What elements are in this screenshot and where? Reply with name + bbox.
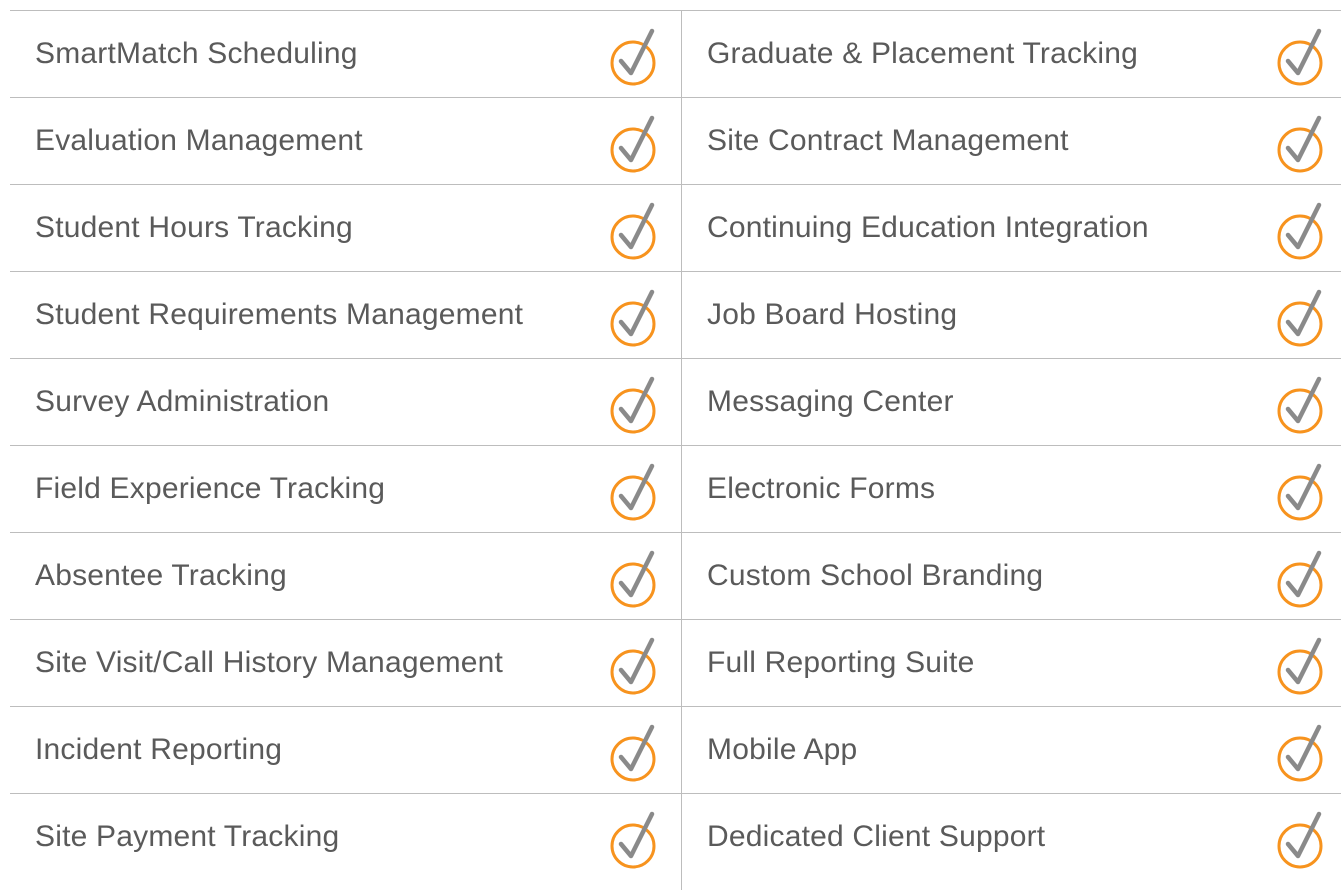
checkmark-circle-icon: [608, 23, 664, 87]
feature-row: Messaging Center: [682, 358, 1341, 445]
checkmark-circle-icon: [1275, 371, 1331, 435]
feature-label: SmartMatch Scheduling: [35, 37, 358, 70]
checkmark-circle-icon: [608, 110, 664, 174]
feature-label: Absentee Tracking: [35, 559, 287, 592]
feature-row: SmartMatch Scheduling: [10, 10, 682, 97]
feature-label: Custom School Branding: [707, 559, 1044, 592]
checkmark-circle-icon: [1275, 632, 1331, 696]
checkmark-circle-icon: [1275, 719, 1331, 783]
feature-row: Site Visit/Call History Management: [10, 619, 682, 706]
feature-label: Electronic Forms: [707, 472, 936, 505]
checkmark-circle-icon: [608, 371, 664, 435]
checkmark-circle-icon: [608, 719, 664, 783]
feature-label: Dedicated Client Support: [707, 820, 1046, 853]
feature-label: Student Requirements Management: [35, 298, 524, 331]
feature-label: Mobile App: [707, 733, 858, 766]
checkmark-circle-icon: [608, 458, 664, 522]
checkmark-circle-icon: [608, 806, 664, 870]
feature-label: Site Payment Tracking: [35, 820, 340, 853]
feature-row: Absentee Tracking: [10, 532, 682, 619]
checkmark-circle-icon: [1275, 806, 1331, 870]
feature-row: Full Reporting Suite: [682, 619, 1341, 706]
checkmark-circle-icon: [1275, 284, 1331, 348]
checkmark-circle-icon: [1275, 197, 1331, 261]
feature-row: Evaluation Management: [10, 97, 682, 184]
feature-label: Continuing Education Integration: [707, 211, 1149, 244]
checkmark-circle-icon: [608, 545, 664, 609]
checkmark-circle-icon: [1275, 23, 1331, 87]
feature-table: SmartMatch Scheduling Evaluation Managem…: [10, 10, 1341, 890]
feature-row: Site Payment Tracking: [10, 793, 682, 880]
feature-row: Mobile App: [682, 706, 1341, 793]
feature-label: Site Visit/Call History Management: [35, 646, 504, 679]
feature-label: Student Hours Tracking: [35, 211, 353, 244]
checkmark-circle-icon: [608, 197, 664, 261]
feature-row: Graduate & Placement Tracking: [682, 10, 1341, 97]
checkmark-circle-icon: [608, 632, 664, 696]
feature-label: Graduate & Placement Tracking: [707, 37, 1139, 70]
checkmark-circle-icon: [1275, 545, 1331, 609]
feature-label: Field Experience Tracking: [35, 472, 386, 505]
feature-column-left: SmartMatch Scheduling Evaluation Managem…: [10, 10, 682, 890]
feature-row: Custom School Branding: [682, 532, 1341, 619]
feature-label: Messaging Center: [707, 385, 954, 418]
feature-label: Evaluation Management: [35, 124, 363, 157]
feature-row: Site Contract Management: [682, 97, 1341, 184]
checkmark-circle-icon: [1275, 458, 1331, 522]
feature-row: Job Board Hosting: [682, 271, 1341, 358]
feature-row: Student Hours Tracking: [10, 184, 682, 271]
feature-row: Survey Administration: [10, 358, 682, 445]
feature-column-right: Graduate & Placement Tracking Site Contr…: [682, 10, 1341, 880]
feature-row: Dedicated Client Support: [682, 793, 1341, 880]
feature-row: Student Requirements Management: [10, 271, 682, 358]
feature-row: Field Experience Tracking: [10, 445, 682, 532]
feature-label: Job Board Hosting: [707, 298, 958, 331]
feature-label: Full Reporting Suite: [707, 646, 975, 679]
feature-row: Continuing Education Integration: [682, 184, 1341, 271]
feature-row: Incident Reporting: [10, 706, 682, 793]
feature-label: Incident Reporting: [35, 733, 283, 766]
checkmark-circle-icon: [1275, 110, 1331, 174]
feature-label: Survey Administration: [35, 385, 330, 418]
feature-row: Electronic Forms: [682, 445, 1341, 532]
checkmark-circle-icon: [608, 284, 664, 348]
feature-label: Site Contract Management: [707, 124, 1069, 157]
